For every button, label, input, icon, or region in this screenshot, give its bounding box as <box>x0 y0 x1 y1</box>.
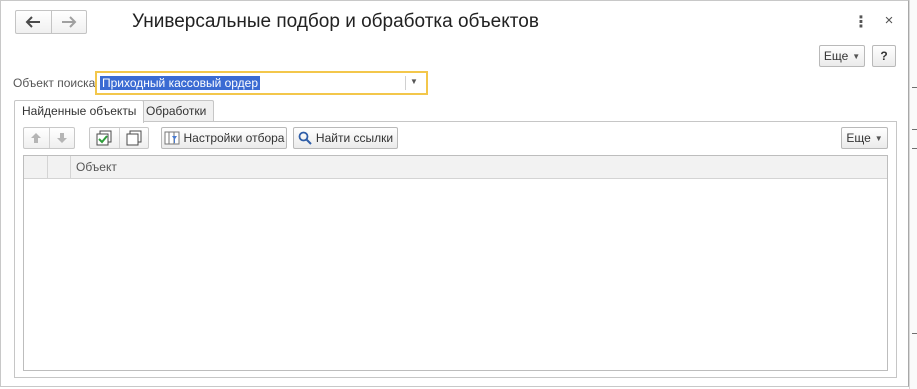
back-button[interactable] <box>16 11 51 33</box>
check-all-button[interactable] <box>90 128 119 148</box>
check-all-icon <box>96 130 112 146</box>
window-title: Универсальные подбор и обработка объекто… <box>132 11 539 32</box>
dialog-window: Универсальные подбор и обработка объекто… <box>0 0 909 387</box>
object-column-header[interactable]: Объект <box>76 160 117 174</box>
chevron-down-icon: ▼ <box>852 51 861 61</box>
uncheck-all-icon <box>126 130 142 146</box>
find-references-label: Найти ссылки <box>315 131 394 145</box>
check-buttons-group <box>89 127 149 149</box>
header-more-label: Еще <box>823 49 849 63</box>
uncheck-all-button[interactable] <box>118 128 149 148</box>
window-menu-button[interactable]: ⋮ <box>853 12 869 32</box>
arrow-up-icon <box>31 133 42 143</box>
move-buttons-group <box>23 127 75 149</box>
close-button[interactable]: × <box>881 12 897 32</box>
tab-processing[interactable]: Обработки <box>138 100 215 122</box>
filter-settings-icon <box>164 131 179 145</box>
move-down-button[interactable] <box>48 128 75 148</box>
forward-button[interactable] <box>50 11 87 33</box>
search-object-field[interactable]: Приходный кассовый ордер ▼ <box>95 71 428 95</box>
edge-mark <box>912 129 917 130</box>
filter-settings-button[interactable]: Настройки отбора <box>161 127 287 149</box>
chevron-down-icon: ▼ <box>874 133 883 143</box>
search-icon <box>298 131 312 145</box>
field-divider <box>405 76 406 90</box>
filter-settings-label: Настройки отбора <box>183 131 285 145</box>
edge-mark <box>912 333 917 334</box>
navigation-buttons <box>15 10 87 34</box>
header-more-button[interactable]: Еще ▼ <box>819 45 865 67</box>
toolbar-more-button[interactable]: Еще ▼ <box>841 127 888 149</box>
arrow-right-icon <box>61 16 77 28</box>
table-header-cell[interactable] <box>47 156 71 178</box>
edge-mark <box>912 148 917 149</box>
background-window-edge <box>909 0 917 389</box>
arrow-left-icon <box>25 16 41 28</box>
arrow-down-icon <box>56 133 67 143</box>
help-button[interactable]: ? <box>872 45 896 67</box>
tab-found-objects[interactable]: Найденные объекты <box>14 100 145 123</box>
search-object-value: Приходный кассовый ордер <box>100 76 261 90</box>
found-objects-table[interactable]: Объект <box>23 155 888 371</box>
table-header: Объект <box>24 156 887 179</box>
table-header-cell[interactable] <box>24 156 48 178</box>
find-references-button[interactable]: Найти ссылки <box>293 127 398 149</box>
search-object-label: Объект поиска: <box>13 76 99 90</box>
help-label: ? <box>880 49 888 63</box>
edge-mark <box>912 87 917 88</box>
dropdown-arrow-icon[interactable]: ▼ <box>410 77 418 86</box>
move-up-button[interactable] <box>24 128 49 148</box>
toolbar-more-label: Еще <box>846 131 871 145</box>
